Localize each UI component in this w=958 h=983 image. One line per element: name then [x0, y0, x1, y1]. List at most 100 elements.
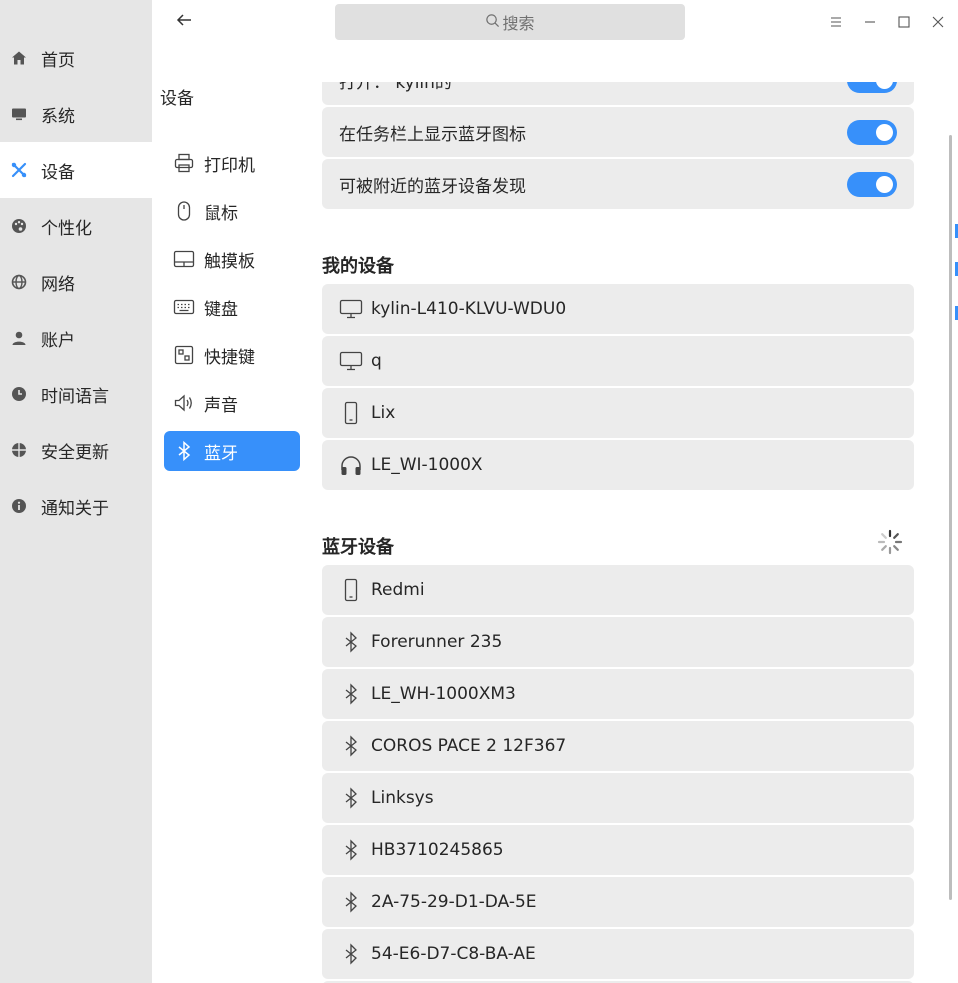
device-name: COROS PACE 2 12F367 [371, 736, 567, 756]
clock-icon [10, 385, 28, 403]
sidebar-item-time-language[interactable]: 时间语言 [0, 366, 152, 422]
bluetooth-icon [338, 733, 364, 759]
my-device-row[interactable]: LE_WI-1000X [322, 440, 914, 490]
device-name: Redmi [371, 580, 425, 600]
sidebar-item-label: 系统 [41, 106, 75, 127]
user-icon [10, 329, 28, 347]
sidebar-item-label: 个性化 [41, 218, 92, 239]
bluetooth-content: 打开： kylin的 在任务栏上显示蓝牙图标 可被附近的蓝牙设备发现 我的设备 … [316, 82, 948, 983]
bt-device-row[interactable]: HB3710245865 [322, 825, 914, 875]
minimize-button[interactable] [858, 10, 882, 34]
home-icon [10, 49, 28, 67]
my-device-row[interactable]: q [322, 336, 914, 386]
bluetooth-icon [172, 439, 196, 463]
my-device-row[interactable]: kylin-L410-KLVU-WDU0 [322, 284, 914, 334]
sidebar-item-security-update[interactable]: 安全更新 [0, 422, 152, 478]
my-devices-title: 我的设备 [322, 256, 394, 277]
device-name: 54-E6-D7-C8-BA-AE [371, 944, 536, 964]
bluetooth-icon [338, 941, 364, 967]
bluetooth-icon [338, 681, 364, 707]
device-name: 2A-75-29-D1-DA-5E [371, 892, 537, 912]
globe-icon [10, 273, 28, 291]
device-name: Lix [371, 403, 396, 423]
sidebar-item-label: 账户 [41, 330, 75, 351]
sidebar-item-notification-about[interactable]: 通知关于 [0, 478, 152, 534]
subnav-item-sound[interactable]: 声音 [164, 383, 300, 423]
setting-row-bluetooth-on: 打开： kylin的 [322, 82, 914, 105]
sidebar-item-label: 设备 [41, 162, 75, 183]
sidebar-item-account[interactable]: 账户 [0, 310, 152, 366]
my-device-row[interactable]: Lix [322, 388, 914, 438]
palette-icon [10, 217, 28, 235]
keyboard-icon [172, 295, 196, 319]
sidebar-item-label: 安全更新 [41, 442, 109, 463]
subnav-item-mouse[interactable]: 鼠标 [164, 191, 300, 231]
search-placeholder: 搜索 [502, 14, 535, 33]
close-icon [932, 13, 944, 32]
mouse-icon [172, 199, 196, 223]
sidebar-item-devices[interactable]: 设备 [0, 142, 152, 198]
touchpad-icon [172, 247, 196, 271]
bt-device-row[interactable]: Linksys [322, 773, 914, 823]
bluetooth-icon [338, 889, 364, 915]
loading-spinner-icon [876, 528, 904, 556]
speaker-icon [172, 391, 196, 415]
computer-icon [338, 348, 364, 374]
close-button[interactable] [926, 10, 950, 34]
info-icon [10, 497, 28, 515]
setting-row-show-tray-icon: 在任务栏上显示蓝牙图标 [322, 107, 914, 157]
bt-devices-title: 蓝牙设备 [322, 537, 394, 558]
setting-label: 在任务栏上显示蓝牙图标 [339, 124, 526, 145]
monitor-icon [10, 105, 28, 123]
subnav-item-label: 鼠标 [204, 203, 238, 224]
printer-icon [172, 151, 196, 175]
bt-device-row[interactable]: 2A-75-29-D1-DA-5E [322, 877, 914, 927]
device-name: LE_WH-1000XM3 [371, 684, 516, 704]
sidebar-item-personalize[interactable]: 个性化 [0, 198, 152, 254]
menu-button[interactable] [824, 10, 848, 34]
subnav-item-label: 打印机 [204, 155, 255, 176]
sidebar-item-network[interactable]: 网络 [0, 254, 152, 310]
sidebar-item-home[interactable]: 首页 [0, 30, 152, 86]
content-scrollbar[interactable] [949, 135, 952, 900]
search-input[interactable]: 搜索 [335, 4, 685, 40]
shield-icon [10, 441, 28, 459]
subnav-item-touchpad[interactable]: 触摸板 [164, 239, 300, 279]
sidebar-item-label: 网络 [41, 274, 75, 295]
bluetooth-icon [338, 785, 364, 811]
bt-device-row[interactable]: 54-E6-D7-C8-BA-AE [322, 929, 914, 979]
menu-icon [830, 13, 842, 32]
subnav-item-printer[interactable]: 打印机 [164, 143, 300, 183]
subnav-item-label: 蓝牙 [204, 443, 238, 464]
device-name: HB3710245865 [371, 840, 504, 860]
devices-icon [10, 161, 28, 179]
sidebar-item-system[interactable]: 系统 [0, 86, 152, 142]
subnav-item-label: 键盘 [204, 299, 238, 320]
maximize-button[interactable] [892, 10, 916, 34]
bluetooth-icon [338, 629, 364, 655]
bt-device-row[interactable]: Forerunner 235 [322, 617, 914, 667]
sidebar-item-label: 首页 [41, 50, 75, 71]
device-name: q [371, 351, 382, 371]
shortcut-icon [172, 343, 196, 367]
back-button[interactable] [170, 8, 198, 36]
subnav-item-keyboard[interactable]: 键盘 [164, 287, 300, 327]
show-tray-icon-toggle[interactable] [847, 120, 897, 145]
bt-device-row[interactable]: Redmi [322, 565, 914, 615]
computer-icon [338, 296, 364, 322]
bt-device-row[interactable]: COROS PACE 2 12F367 [322, 721, 914, 771]
bluetooth-on-toggle[interactable] [847, 82, 897, 93]
maximize-icon [898, 13, 910, 32]
subnav-item-label: 声音 [204, 395, 238, 416]
device-name: Linksys [371, 788, 434, 808]
setting-row-discoverable: 可被附近的蓝牙设备发现 [322, 159, 914, 209]
subnav-item-shortcut[interactable]: 快捷键 [164, 335, 300, 375]
bt-device-row[interactable]: LE_WH-1000XM3 [322, 669, 914, 719]
subnav-item-bluetooth[interactable]: 蓝牙 [164, 431, 300, 471]
setting-label: 打开： kylin的 [339, 82, 452, 93]
device-name: kylin-L410-KLVU-WDU0 [371, 299, 567, 319]
setting-label: 可被附近的蓝牙设备发现 [339, 176, 526, 197]
subnav-item-label: 快捷键 [204, 347, 255, 368]
category-sidebar: 首页 系统 设备 个性化 网络 账户 时间语言 安全更新 通知关于 [0, 0, 152, 983]
discoverable-toggle[interactable] [847, 172, 897, 197]
